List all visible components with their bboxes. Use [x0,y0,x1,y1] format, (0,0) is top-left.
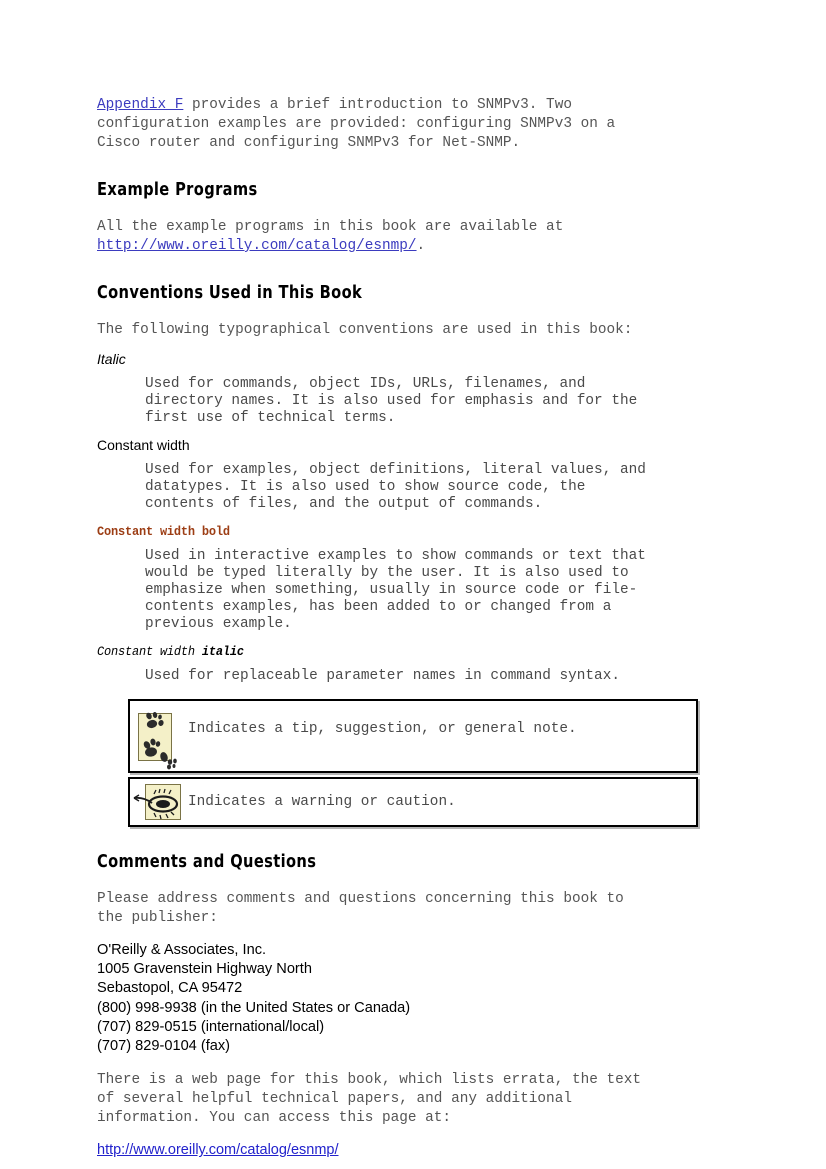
heading-example-programs: Example Programs [97,180,258,200]
tip-note-text: Indicates a tip, suggestion, or general … [188,721,577,737]
esnmp-catalog-link-footer[interactable]: http://www.oreilly.com/catalog/esnmp/ [97,1142,339,1158]
heading-comments-questions: Comments and Questions [97,852,317,872]
convention-term-constant-width-bold: Constant width bold [97,522,731,541]
scorpion-icon [133,788,179,820]
convention-def-constant-width-italic: Used for replaceable parameter names in … [145,668,620,684]
term-italic-label: Italic [97,351,126,367]
conventions-lead: The following typographical conventions … [97,322,633,338]
publisher-address: O'Reilly & Associates, Inc. 1005 Gravens… [97,942,411,1055]
appendix-f-link[interactable]: Appendix F [97,97,183,113]
example-programs-text: All the example programs in this book ar… [97,219,564,235]
convention-term-italic: Italic [97,350,731,369]
tip-note-box: Indicates a tip, suggestion, or general … [128,699,698,773]
closing-paragraph: There is a web page for this book, which… [97,1072,642,1127]
term-cw-italic-part1: Constant width [97,644,202,659]
convention-def-constant-width: Used for examples, object definitions, l… [145,462,646,512]
comments-lead: Please address comments and questions co… [97,891,624,926]
term-constant-width-label: Constant width [97,437,190,453]
convention-def-italic: Used for commands, object IDs, URLs, fil… [145,376,638,426]
document-content: Appendix F provides a brief introduction… [97,96,731,1159]
tip-icon-area [130,701,188,771]
intro-paragraph: Appendix F provides a brief introduction… [97,96,731,153]
term-constant-width-italic-label: Constant width italic [97,643,244,661]
heading-conventions: Conventions Used in This Book [97,283,363,303]
closing-link-wrap: http://www.oreilly.com/catalog/esnmp/ [97,1141,731,1159]
term-constant-width-bold-label: Constant width bold [97,524,230,539]
convention-term-constant-width-italic: Constant width italic [97,642,731,661]
esnmp-catalog-link[interactable]: http://www.oreilly.com/catalog/esnmp/ [97,238,417,254]
warning-note-text: Indicates a warning or caution. [188,793,456,810]
convention-term-constant-width: Constant width [97,436,731,455]
example-programs-period: . [416,238,426,254]
warning-icon-area [130,779,188,825]
convention-def-constant-width-bold: Used in interactive examples to show com… [145,548,646,632]
paw-prints-icon [143,712,177,770]
warning-note-box: Indicates a warning or caution. [128,777,698,827]
term-cw-italic-part2: italic [201,644,244,659]
example-programs-paragraph: All the example programs in this book ar… [97,218,731,256]
document-page: Appendix F provides a brief introduction… [0,0,826,1169]
